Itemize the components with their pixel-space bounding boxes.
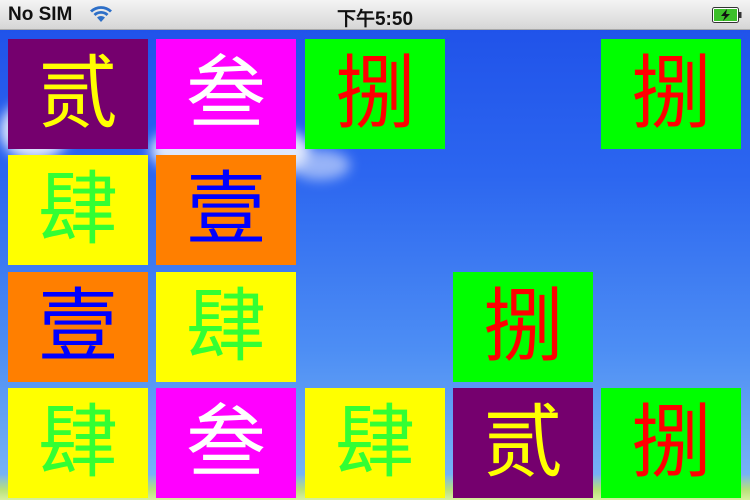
tile-r1c2[interactable]: 叁 <box>156 39 296 149</box>
tile-r1c1[interactable]: 贰 <box>8 39 148 149</box>
battery-charging-icon <box>712 7 742 23</box>
tile-r3c2[interactable]: 肆 <box>156 272 296 382</box>
tile-r4c3[interactable]: 肆 <box>305 388 445 498</box>
tile-r3c4[interactable]: 捌 <box>453 272 593 382</box>
cloud <box>290 150 350 180</box>
tile-r4c5[interactable]: 捌 <box>601 388 741 498</box>
tile-r3c1[interactable]: 壹 <box>8 272 148 382</box>
tile-r1c3[interactable]: 捌 <box>305 39 445 149</box>
tile-r2c1[interactable]: 肆 <box>8 155 148 265</box>
tile-r4c4[interactable]: 贰 <box>453 388 593 498</box>
tile-r4c1[interactable]: 肆 <box>8 388 148 498</box>
tile-r4c2[interactable]: 叁 <box>156 388 296 498</box>
status-bar: No SIM 下午5:50 <box>0 0 750 30</box>
tile-r2c2[interactable]: 壹 <box>156 155 296 265</box>
clock: 下午5:50 <box>336 9 414 30</box>
tile-r1c5[interactable]: 捌 <box>601 39 741 149</box>
